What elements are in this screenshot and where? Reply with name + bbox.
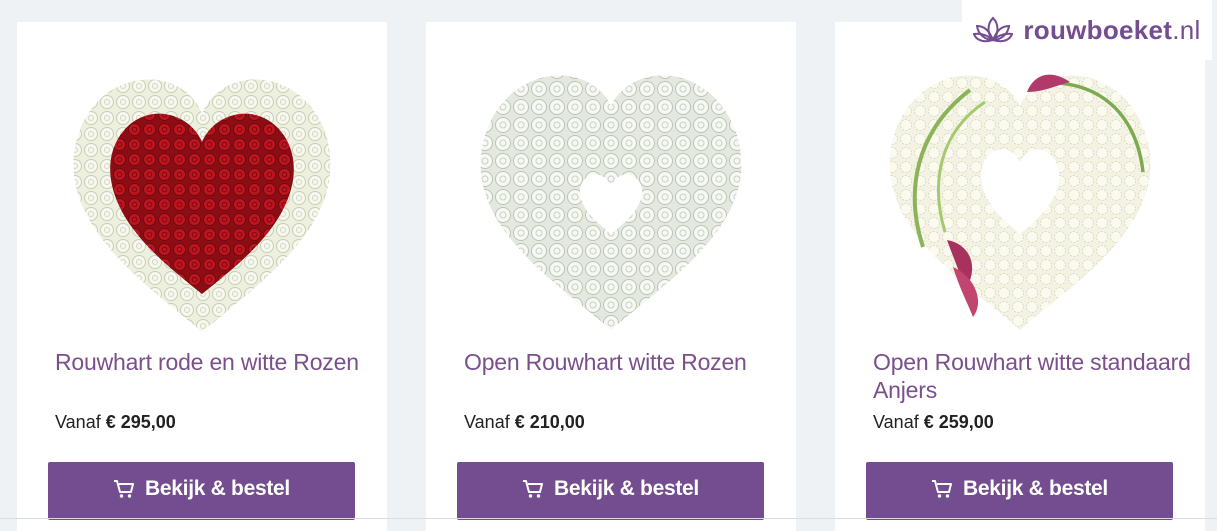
price-prefix: Vanaf	[464, 412, 510, 432]
product-title[interactable]: Open Rouwhart witte standaard Anjers	[873, 348, 1193, 404]
product-card: Open Rouwhart witte standaard Anjers Van…	[835, 22, 1205, 531]
product-card: Open Rouwhart witte Rozen Vanaf € 210,00…	[426, 22, 796, 531]
product-image-open-white-carnation-heart[interactable]	[885, 62, 1155, 337]
product-price: Vanaf € 295,00	[55, 412, 176, 433]
price-amount: € 259,00	[923, 412, 994, 432]
logo-text: rouwboeket.nl	[1023, 15, 1200, 46]
button-label: Bekijk & bestel	[554, 477, 699, 500]
logo-tld: .nl	[1172, 14, 1201, 45]
product-price: Vanaf € 210,00	[464, 412, 585, 433]
product-title[interactable]: Rouwhart rode en witte Rozen	[55, 348, 375, 376]
site-logo[interactable]: rouwboeket.nl	[962, 0, 1212, 60]
price-prefix: Vanaf	[873, 412, 919, 432]
divider	[0, 518, 1217, 519]
price-prefix: Vanaf	[55, 412, 101, 432]
view-order-button[interactable]: Bekijk & bestel	[457, 462, 764, 520]
product-price: Vanaf € 259,00	[873, 412, 994, 433]
view-order-button[interactable]: Bekijk & bestel	[866, 462, 1173, 520]
cart-icon	[931, 479, 953, 499]
price-amount: € 210,00	[514, 412, 585, 432]
view-order-button[interactable]: Bekijk & bestel	[48, 462, 355, 520]
button-label: Bekijk & bestel	[963, 477, 1108, 500]
price-amount: € 295,00	[105, 412, 176, 432]
lotus-icon	[973, 14, 1014, 46]
product-title[interactable]: Open Rouwhart witte Rozen	[464, 348, 784, 376]
cart-icon	[522, 479, 544, 499]
product-image-open-white-rose-heart[interactable]	[476, 62, 746, 337]
product-image-red-white-rose-heart[interactable]	[67, 62, 337, 337]
button-label: Bekijk & bestel	[145, 477, 290, 500]
cart-icon	[113, 479, 135, 499]
product-card: Rouwhart rode en witte Rozen Vanaf € 295…	[17, 22, 387, 531]
logo-name: rouwboeket	[1023, 14, 1173, 45]
